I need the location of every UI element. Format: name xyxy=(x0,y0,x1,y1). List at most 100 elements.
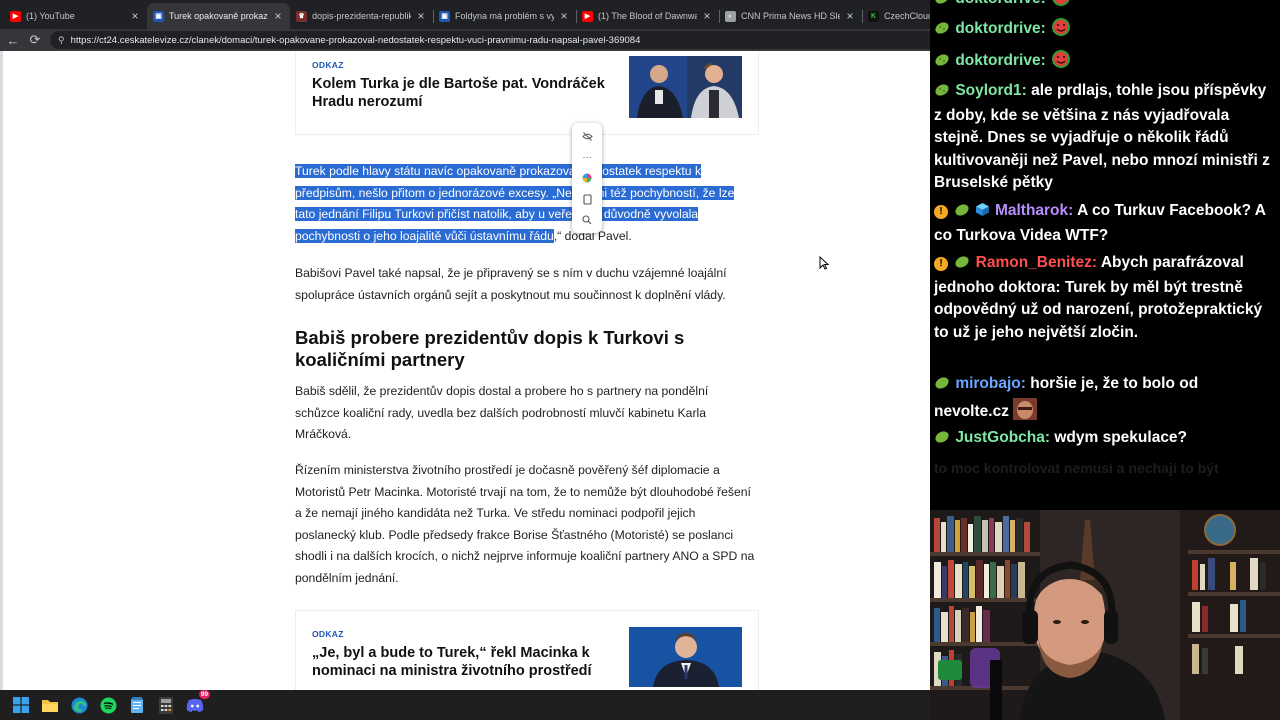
related-headline[interactable]: Kolem Turka je dle Bartoše pat. Vondráče… xyxy=(312,75,612,111)
close-tab-icon[interactable]: × xyxy=(415,10,427,22)
site-info-icon[interactable]: ⚲ xyxy=(58,35,65,46)
pickle-badge-icon xyxy=(934,82,950,105)
file-explorer-icon[interactable] xyxy=(38,693,62,717)
tab-title: CNN Prima News HD Sledujt xyxy=(741,11,840,21)
tab-czechcloud[interactable]: K CzechCloud Str xyxy=(862,3,930,29)
address-bar-url[interactable]: https://ct24.ceskatelevize.cz/clanek/dom… xyxy=(71,35,641,46)
watermelon-emote-icon xyxy=(1050,17,1072,45)
kick-icon: K xyxy=(868,10,879,22)
tab-blood-of-dawnwalker[interactable]: ▶ (1) The Blood of Dawnwalker × xyxy=(576,3,719,29)
edge-browser-icon[interactable] xyxy=(67,693,91,717)
pickle-badge-icon xyxy=(934,20,950,43)
tab-title: (1) The Blood of Dawnwalker xyxy=(598,11,697,21)
chat-message: JustGobcha: wdym spekulace? xyxy=(934,427,1274,452)
tab-turek-article[interactable]: ▣ Turek opakovaně prokazoval × xyxy=(147,3,290,29)
watermelon-emote-icon xyxy=(1050,0,1072,15)
chat-username[interactable]: doktordrive xyxy=(955,52,1040,69)
tab-title: Foldyna má problém s vyslov xyxy=(455,11,554,21)
back-arrow-icon[interactable]: ← xyxy=(2,30,24,50)
cnn-prima-icon: ◐ xyxy=(725,10,736,22)
close-tab-icon[interactable]: × xyxy=(844,10,856,22)
chat-username[interactable]: doktordrive xyxy=(955,0,1040,7)
more-options-icon[interactable]: ··· xyxy=(572,147,602,167)
pickle-badge-icon xyxy=(934,0,950,13)
cube-badge-icon xyxy=(975,202,990,225)
tab-title: (1) YouTube xyxy=(26,11,75,21)
pickle-badge-icon xyxy=(954,202,970,225)
close-tab-icon[interactable]: × xyxy=(272,10,284,22)
tab-title: dopis-prezidenta-republiky-p xyxy=(312,11,411,21)
selection-mini-toolbar: ··· xyxy=(572,123,602,233)
face-emote-icon xyxy=(1013,397,1038,428)
chat-text: wdym spekulace? xyxy=(1054,429,1188,446)
pickle-badge-icon xyxy=(934,375,950,398)
crest-icon: ♛ xyxy=(296,10,307,22)
browser-toolbar: ← ⟳ ⚲ https://ct24.ceskatelevize.cz/clan… xyxy=(0,29,930,51)
calculator-icon[interactable] xyxy=(154,693,178,717)
watermelon-emote-icon xyxy=(1050,49,1072,77)
selected-text-line: předpisům, nešlo přitom o jednorázové ex… xyxy=(295,185,735,200)
related-label: ODKAZ xyxy=(312,60,344,70)
address-bar[interactable]: ⚲ https://ct24.ceskatelevize.cz/clanek/d… xyxy=(50,31,930,49)
copy-icon[interactable] xyxy=(572,189,602,209)
chat-username[interactable]: mirobajo xyxy=(955,375,1020,392)
chat-message-faded: to moc kontrolovat nemusí a nechají to b… xyxy=(934,460,1219,476)
selected-text-line: Turek podle hlavy státu navíc opakovaně … xyxy=(295,164,702,178)
chat-username[interactable]: Soylord1 xyxy=(955,82,1021,99)
selected-text-line: pochybnosti o jeho loajalitě vůči ústavn… xyxy=(295,228,554,243)
article-paragraph-2: Babišovi Pavel také napsal, že je připra… xyxy=(295,266,727,302)
tab-foldyna[interactable]: ▣ Foldyna má problém s vyslov × xyxy=(433,3,576,29)
tab-title: CzechCloud Str xyxy=(884,11,930,21)
windows-taskbar: 99 xyxy=(0,690,930,720)
discord-notification-badge: 99 xyxy=(198,690,210,699)
close-tab-icon[interactable]: × xyxy=(701,10,713,22)
reload-icon[interactable]: ⟳ xyxy=(24,30,46,50)
spotify-icon[interactable] xyxy=(96,693,120,717)
close-tab-icon[interactable]: × xyxy=(558,10,570,22)
selected-text-line: tato jednání Filipu Turkovi přičíst nato… xyxy=(295,207,699,221)
chat-username[interactable]: Maltharok xyxy=(995,202,1068,219)
chat-username[interactable]: doktordrive xyxy=(955,20,1040,37)
tab-strip: ▶ (1) YouTube × ▣ Turek opakovaně prokaz… xyxy=(0,0,930,29)
pickle-badge-icon xyxy=(934,429,950,452)
ct24-icon: ▣ xyxy=(439,10,450,22)
search-icon[interactable] xyxy=(572,210,602,230)
section-heading: Babiš probere prezidentův dopis k Turkov… xyxy=(295,327,685,370)
tab-title: Turek opakovaně prokazoval xyxy=(169,11,268,21)
chat-message: Soylord1: ale prdlajs, tohle jsou příspě… xyxy=(934,82,1270,191)
chat-message-cutoff: doktordrive: xyxy=(934,0,1274,15)
chat-message: doktordrive: xyxy=(934,17,1274,45)
related-article-card[interactable]: ODKAZ „Je, byl a bude to Turek,“ řekl Ma… xyxy=(295,610,759,690)
notepad-icon[interactable] xyxy=(125,693,149,717)
article-paragraph-3: Babiš sdělil, že prezidentův dopis dosta… xyxy=(295,384,709,441)
related-thumbnail[interactable] xyxy=(629,627,742,687)
pickle-badge-icon xyxy=(934,52,950,75)
chat-message: doktordrive: xyxy=(934,49,1274,77)
related-article-card[interactable]: ODKAZ Kolem Turka je dle Bartoše pat. Vo… xyxy=(295,51,759,135)
youtube-icon: ▶ xyxy=(582,10,593,22)
close-tab-icon[interactable]: × xyxy=(129,10,141,22)
chat-message: mirobajo: horšie je, že to bolo od nevol… xyxy=(934,373,1274,427)
tab-youtube[interactable]: ▶ (1) YouTube × xyxy=(4,3,147,29)
copilot-icon[interactable] xyxy=(572,168,602,188)
chat-username[interactable]: JustGobcha xyxy=(955,429,1045,446)
ct24-icon: ▣ xyxy=(153,10,164,22)
coin-badge-icon: ! xyxy=(934,257,948,271)
related-label: ODKAZ xyxy=(312,629,344,639)
article-paragraph-4: Řízením ministerstva životního prostředí… xyxy=(295,463,755,585)
windows-start-icon[interactable] xyxy=(9,693,33,717)
article-paragraph-1: Turek podle hlavy státu navíc opakovaně … xyxy=(295,161,755,247)
tab-cnn-prima[interactable]: ◐ CNN Prima News HD Sledujt × xyxy=(719,3,862,29)
browser-window: ▶ (1) YouTube × ▣ Turek opakovaně prokaz… xyxy=(0,0,930,690)
pickle-badge-icon xyxy=(954,254,970,277)
discord-icon[interactable]: 99 xyxy=(183,690,210,717)
tab-dopis-prezidenta[interactable]: ♛ dopis-prezidenta-republiky-p × xyxy=(290,3,433,29)
related-headline[interactable]: „Je, byl a bude to Turek,“ řekl Macinka … xyxy=(312,644,612,680)
stream-chat: doktordrive: doktordrive: doktordrive: S… xyxy=(930,0,1280,510)
youtube-icon: ▶ xyxy=(10,10,21,22)
chat-username[interactable]: Ramon_Benitez xyxy=(976,254,1092,271)
webcam-feed xyxy=(930,510,1280,720)
related-thumbnail[interactable] xyxy=(629,56,742,118)
hide-toolbar-icon[interactable] xyxy=(572,126,602,146)
article-page: ODKAZ Kolem Turka je dle Bartoše pat. Vo… xyxy=(0,51,930,690)
